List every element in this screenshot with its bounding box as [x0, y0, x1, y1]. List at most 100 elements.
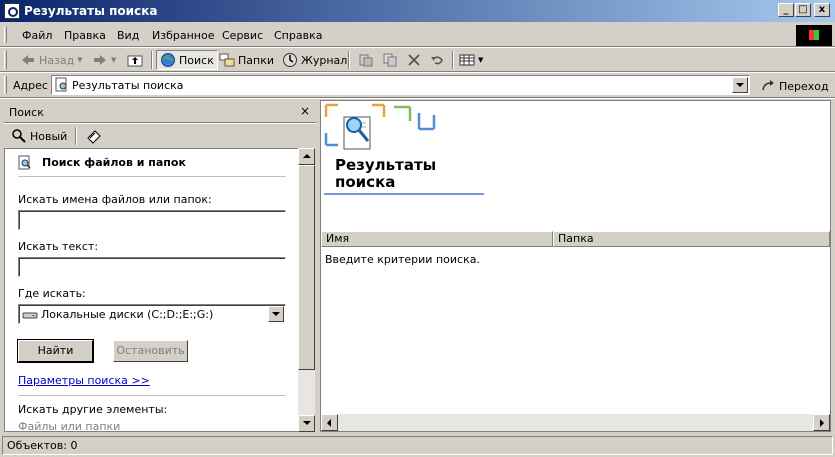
- address-dropdown-button[interactable]: [732, 77, 748, 93]
- search-pane-header: Поиск ×: [4, 100, 317, 122]
- search-pane: Поиск × Новый Поиск файлов и папок Искат…: [4, 100, 317, 432]
- search-form: Поиск файлов и папок Искать имена файлов…: [4, 148, 300, 432]
- text-input[interactable]: [18, 257, 286, 277]
- scroll-down-button[interactable]: [298, 415, 315, 432]
- menu-bar: Файл Правка Вид Избранное Сервис Справка: [0, 24, 835, 46]
- results-title: Результаты поиска: [335, 157, 436, 191]
- new-search-label: Новый: [30, 129, 68, 143]
- undo-icon: [431, 56, 443, 65]
- new-search-magnifier-icon: [12, 129, 26, 143]
- undo-button[interactable]: [429, 50, 445, 70]
- toolbar-separator: [348, 51, 350, 69]
- search-form-heading: Поиск файлов и папок: [42, 156, 186, 169]
- heading-divider: [18, 176, 286, 177]
- results-panel: Результаты поиска Имя Папка Введите крит…: [320, 100, 831, 432]
- look-in-select[interactable]: Локальные диски (C:;D:;E:;G:): [18, 304, 286, 324]
- text-label: Искать текст:: [18, 240, 99, 253]
- other-items-label: Искать другие элементы:: [18, 403, 168, 416]
- close-button[interactable]: x: [814, 3, 830, 17]
- views-button[interactable]: ▼: [459, 50, 483, 70]
- search-button[interactable]: Поиск: [156, 50, 218, 70]
- search-pane-title: Поиск: [9, 106, 44, 119]
- status-bar: Объектов: 0: [0, 434, 835, 457]
- results-title-underline: [324, 193, 484, 195]
- windows-logo: [796, 25, 832, 47]
- go-arrow-icon: [762, 80, 774, 91]
- back-button[interactable]: Назад ▼: [20, 50, 83, 70]
- move-to-icon: [359, 54, 373, 67]
- menu-file[interactable]: Файл: [22, 29, 52, 42]
- back-dropdown-icon: ▼: [77, 56, 83, 64]
- minimize-button[interactable]: _: [778, 3, 794, 17]
- scroll-left-button[interactable]: [321, 414, 338, 431]
- address-field[interactable]: Результаты поиска: [51, 75, 750, 95]
- search-options-link[interactable]: Параметры поиска >>: [18, 374, 150, 387]
- new-search-button[interactable]: Новый: [11, 128, 67, 144]
- menu-view[interactable]: Вид: [117, 29, 139, 42]
- title-bar: Результаты поиска _ □ x: [0, 0, 835, 22]
- up-folder-button[interactable]: [127, 50, 143, 70]
- column-header-name[interactable]: Имя: [321, 231, 553, 247]
- forward-arrow-icon: [94, 55, 106, 65]
- forward-button[interactable]: ▼: [92, 50, 116, 70]
- folders-icon: [219, 53, 235, 67]
- menu-edit[interactable]: Правка: [64, 29, 106, 42]
- find-button[interactable]: Найти: [17, 339, 94, 363]
- toolbar-separator: [452, 51, 454, 69]
- delete-x-icon: [408, 54, 420, 66]
- scroll-up-button[interactable]: [298, 148, 315, 165]
- copy-to-button[interactable]: [382, 50, 398, 70]
- up-folder-icon: [127, 55, 143, 67]
- menu-favorites[interactable]: Избранное: [152, 29, 214, 42]
- search-results-icon: [55, 77, 67, 92]
- address-separator-line: [0, 97, 835, 99]
- menu-grip: [4, 27, 7, 43]
- history-button[interactable]: Журнал: [282, 50, 347, 70]
- local-disk-icon: [22, 312, 38, 319]
- file-search-icon: [18, 155, 31, 170]
- maximize-button[interactable]: □: [795, 3, 811, 17]
- stop-button[interactable]: Остановить: [113, 340, 188, 362]
- look-in-label: Где искать:: [18, 287, 86, 300]
- views-grid-icon: [459, 54, 475, 66]
- move-to-button[interactable]: [358, 50, 374, 70]
- delete-button[interactable]: [406, 50, 422, 70]
- search-window-icon: [4, 3, 20, 19]
- search-pane-close-icon[interactable]: ×: [300, 104, 310, 118]
- results-title-line-1: Результаты: [335, 156, 437, 174]
- search-results-banner-icon: [324, 103, 436, 150]
- folders-button[interactable]: Папки: [219, 50, 274, 70]
- file-name-input[interactable]: [18, 210, 286, 230]
- search-label: Поиск: [179, 53, 214, 67]
- address-label: Адрес: [13, 79, 48, 92]
- go-button[interactable]: Переход: [760, 78, 829, 94]
- column-header-folder[interactable]: Папка: [553, 231, 830, 247]
- history-label: Журнал: [301, 53, 348, 67]
- folders-label: Папки: [238, 53, 274, 67]
- toolbar-separator: [151, 51, 153, 69]
- history-icon: [283, 53, 297, 67]
- results-horizontal-scrollbar[interactable]: [321, 414, 830, 431]
- results-title-line-2: поиска: [335, 173, 396, 191]
- look-in-value: Локальные диски (C:;D:;E:;G:): [41, 308, 214, 321]
- toolbar-grip: [4, 51, 7, 69]
- copy-to-icon: [383, 53, 397, 67]
- files-or-folders-link[interactable]: Файлы или папки: [18, 420, 120, 431]
- standard-toolbar: Назад ▼ ▼ Поиск Папки Журнал ▼: [0, 48, 835, 72]
- scroll-thumb[interactable]: [298, 165, 315, 370]
- address-bar: Адрес Результаты поиска Переход: [0, 73, 835, 97]
- search-pane-toolbar: Новый: [4, 124, 317, 148]
- address-grip: [4, 76, 7, 94]
- forward-dropdown-icon: ▼: [111, 56, 117, 64]
- scroll-right-button[interactable]: [813, 414, 830, 431]
- pane-tools-separator: [75, 127, 77, 145]
- search-pane-scrollbar[interactable]: [298, 148, 315, 432]
- menu-help[interactable]: Справка: [274, 29, 322, 42]
- views-dropdown-icon: ▼: [478, 56, 484, 64]
- options-divider: [18, 395, 286, 396]
- look-in-dropdown-button[interactable]: [268, 306, 284, 322]
- search-companion-book-icon[interactable]: [86, 128, 102, 144]
- status-object-count: Объектов: 0: [2, 436, 833, 455]
- window-title: Результаты поиска: [24, 4, 158, 18]
- menu-tools[interactable]: Сервис: [222, 29, 263, 42]
